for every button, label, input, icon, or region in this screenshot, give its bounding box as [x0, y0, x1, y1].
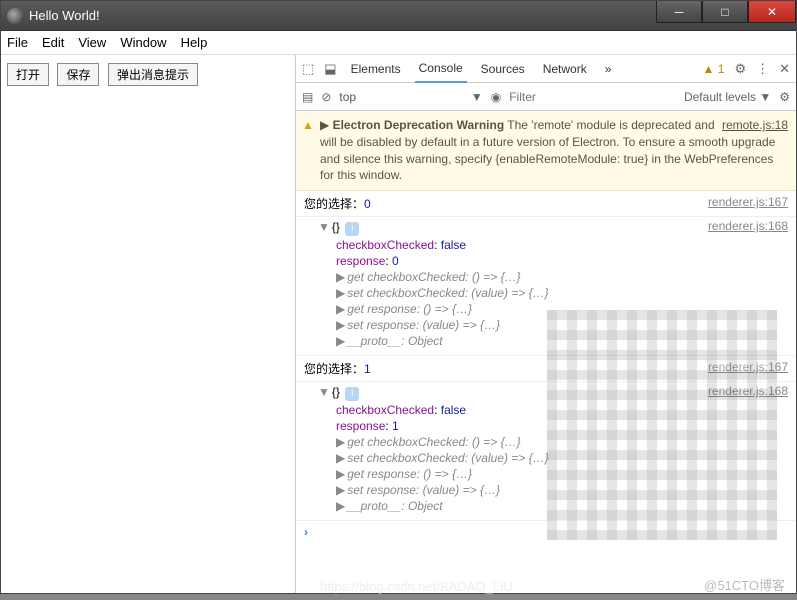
close-button[interactable]: ✕	[748, 1, 796, 23]
devtools-panel: ⬚ ⬓ Elements Console Sources Network » ▲…	[295, 55, 796, 593]
log-source[interactable]: renderer.js:167	[708, 195, 788, 212]
object-source[interactable]: renderer.js:168	[708, 219, 788, 233]
menu-help[interactable]: Help	[181, 35, 208, 50]
prop-value: false	[441, 403, 466, 417]
log-source[interactable]: renderer.js:167	[708, 360, 788, 377]
console-body: ▲ remote.js:18 ▶ Electron Deprecation Wa…	[296, 111, 796, 593]
log-line: 您的选择：0 renderer.js:167	[296, 191, 796, 217]
proto-line[interactable]: __proto__: Object	[347, 499, 442, 513]
watermark: @51CTO博客	[704, 575, 785, 594]
deprecation-warning: ▲ remote.js:18 ▶ Electron Deprecation Wa…	[296, 111, 796, 191]
getter-line[interactable]: set checkboxChecked: (value) => {…}	[347, 451, 548, 465]
console-toolbar: ▤ ⊘ top ▼ ◉ Default levels ▼ ⚙	[296, 83, 796, 111]
tab-elements[interactable]: Elements	[347, 56, 405, 82]
titlebar: Hello World! ─ □ ✕	[1, 1, 796, 31]
warn-icon: ▲	[302, 117, 314, 134]
info-icon[interactable]: i	[345, 222, 359, 236]
prop-value: 0	[392, 254, 399, 268]
save-button[interactable]: 保存	[57, 63, 99, 86]
log-levels[interactable]: Default levels ▼	[684, 90, 771, 104]
devtools-close-icon[interactable]: ✕	[779, 61, 790, 77]
warn-count[interactable]: ▲ 1	[703, 62, 725, 76]
dropdown-icon[interactable]: ▼	[471, 90, 483, 104]
tab-console[interactable]: Console	[415, 55, 467, 83]
app-icon	[7, 8, 23, 24]
sidebar-toggle-icon[interactable]: ▤	[302, 90, 313, 104]
clear-console-icon[interactable]: ⊘	[321, 90, 331, 104]
getter-line[interactable]: set response: (value) => {…}	[347, 483, 500, 497]
warning-source[interactable]: remote.js:18	[722, 117, 788, 134]
inspect-icon[interactable]: ⬚	[302, 61, 314, 77]
menu-view[interactable]: View	[78, 35, 106, 50]
open-button[interactable]: 打开	[7, 63, 49, 86]
object-block: renderer.js:168 ▼{} i checkboxChecked: f…	[296, 217, 796, 356]
devtools-tabs: ⬚ ⬓ Elements Console Sources Network » ▲…	[296, 55, 796, 83]
minimize-button[interactable]: ─	[656, 1, 702, 23]
prop-value: false	[441, 238, 466, 252]
tab-network[interactable]: Network	[539, 56, 591, 82]
getter-line[interactable]: get response: () => {…}	[347, 302, 472, 316]
log-text: 您的选择：	[304, 197, 364, 211]
context-selector[interactable]: top	[339, 90, 356, 104]
menu-file[interactable]: File	[7, 35, 28, 50]
tab-sources[interactable]: Sources	[477, 56, 529, 82]
info-icon[interactable]: i	[345, 387, 359, 401]
menubar: File Edit View Window Help	[1, 31, 796, 55]
app-content: 打开 保存 弹出消息提示	[1, 55, 295, 593]
menu-edit[interactable]: Edit	[42, 35, 64, 50]
log-value: 1	[364, 362, 371, 376]
log-text: 您的选择：	[304, 362, 364, 376]
menu-window[interactable]: Window	[120, 35, 166, 50]
object-block: renderer.js:168 ▼{} i checkboxChecked: f…	[296, 382, 796, 521]
eye-icon[interactable]: ◉	[491, 90, 501, 104]
popup-button[interactable]: 弹出消息提示	[108, 63, 198, 86]
device-icon[interactable]: ⬓	[324, 61, 336, 77]
app-window: Hello World! ─ □ ✕ File Edit View Window…	[0, 0, 797, 594]
object-source[interactable]: renderer.js:168	[708, 384, 788, 398]
console-prompt[interactable]: ›	[296, 521, 796, 543]
log-line: 您的选择：1 renderer.js:167	[296, 356, 796, 382]
proto-line[interactable]: __proto__: Object	[347, 334, 442, 348]
faded-url: https://blog.csdn.net/BADAO_LIU	[320, 579, 513, 594]
getter-line[interactable]: get response: () => {…}	[347, 467, 472, 481]
settings-icon[interactable]: ⚙	[734, 61, 746, 77]
getter-line[interactable]: get checkboxChecked: () => {…}	[347, 435, 520, 449]
filter-input[interactable]	[509, 90, 569, 104]
kebab-icon[interactable]: ⋮	[756, 61, 769, 77]
warning-title: Electron Deprecation Warning	[333, 118, 505, 132]
getter-line[interactable]: get checkboxChecked: () => {…}	[347, 270, 520, 284]
maximize-button[interactable]: □	[702, 1, 748, 23]
tabs-more[interactable]: »	[601, 56, 616, 82]
getter-line[interactable]: set checkboxChecked: (value) => {…}	[347, 286, 548, 300]
console-settings-icon[interactable]: ⚙	[779, 90, 790, 104]
getter-line[interactable]: set response: (value) => {…}	[347, 318, 500, 332]
prop-value: 1	[392, 419, 399, 433]
window-title: Hello World!	[29, 8, 100, 23]
log-value: 0	[364, 197, 371, 211]
